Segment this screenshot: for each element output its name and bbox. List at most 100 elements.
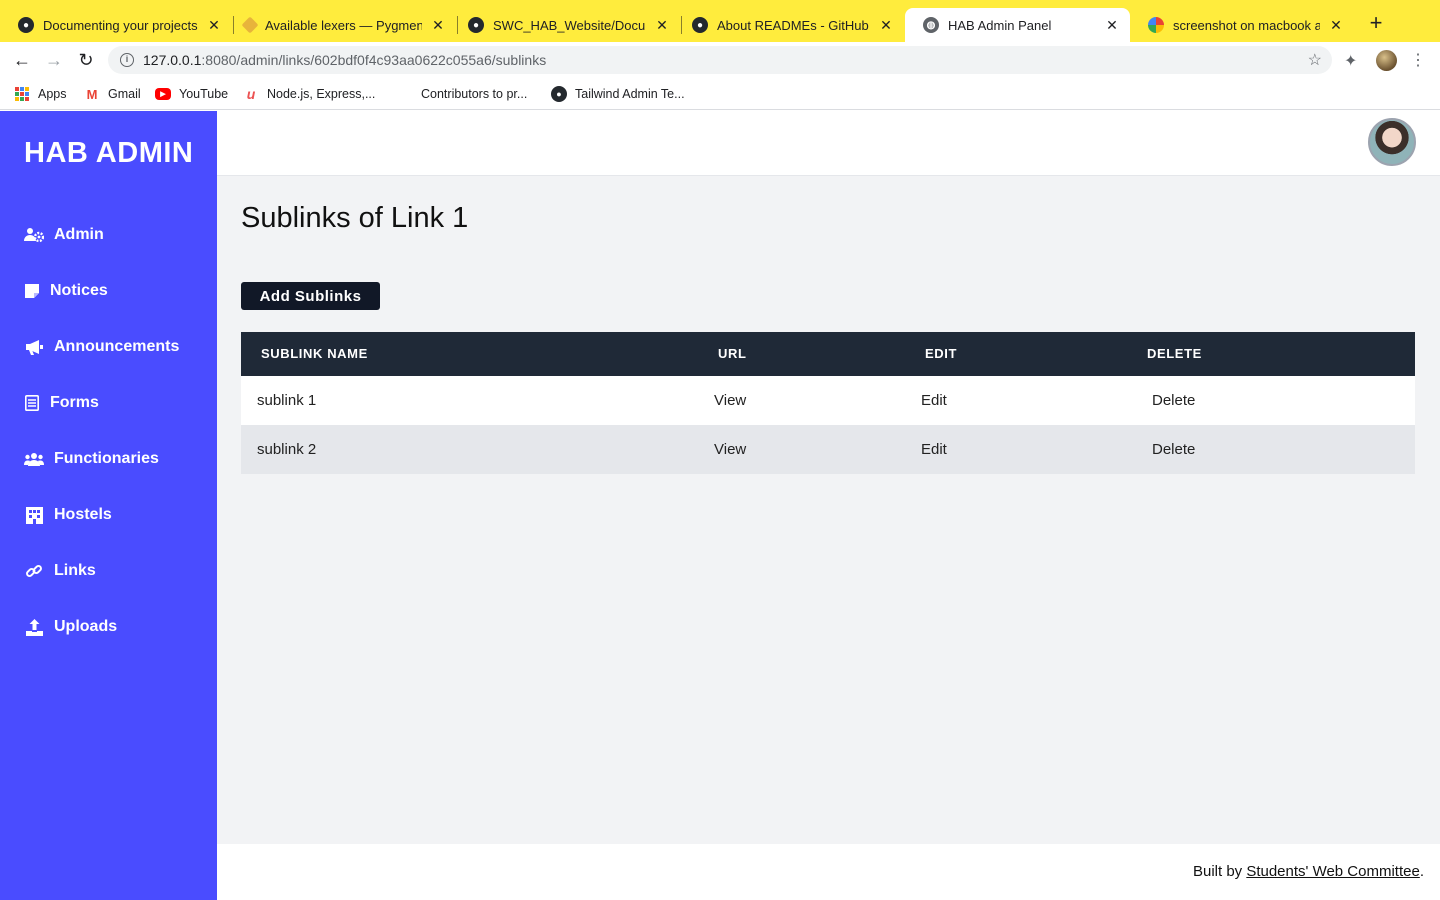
udemy-icon: u xyxy=(246,86,256,102)
brand-title[interactable]: HAB ADMIN xyxy=(24,137,193,170)
column-header-edit: EDIT xyxy=(925,346,958,361)
tab-title: About READMEs - GitHub Do xyxy=(717,17,870,33)
column-header-url: URL xyxy=(718,346,747,361)
sidebar-item-label: Admin xyxy=(54,226,104,243)
url-path: :8080/admin/links/602bdf0f4c93aa0622c055… xyxy=(201,52,547,68)
sidebar-item-label: Links xyxy=(54,562,96,579)
delete-link[interactable]: Delete xyxy=(1152,441,1195,458)
sidebar-item-label: Uploads xyxy=(54,618,118,635)
google-icon xyxy=(1148,17,1164,33)
close-icon[interactable]: ✕ xyxy=(430,17,446,34)
globe-icon: ◍ xyxy=(923,17,939,33)
close-icon[interactable]: ✕ xyxy=(878,17,894,34)
apps-grid-icon xyxy=(14,86,30,102)
browser-tab-active[interactable]: ◍ HAB Admin Panel ✕ xyxy=(905,8,1130,42)
sidebar-item-label: Functionaries xyxy=(54,450,159,467)
browser-menu-icon[interactable]: ⋮ xyxy=(1410,50,1426,70)
page-title: Sublinks of Link 1 xyxy=(241,202,469,234)
tab-title: Documenting your projects o xyxy=(43,17,198,33)
app-topbar xyxy=(217,111,1440,176)
table-row: sublink 2 View Edit Delete xyxy=(241,425,1415,474)
github-icon: ● xyxy=(468,17,484,33)
upload-icon xyxy=(24,617,44,637)
sidebar: HAB ADMIN Admin Notices Announcements Fo… xyxy=(0,111,217,900)
sidebar-item-forms[interactable]: Forms xyxy=(24,391,99,415)
sidebar-item-links[interactable]: Links xyxy=(24,559,96,583)
users-icon xyxy=(24,449,44,469)
bookmark-tailwind-admin[interactable]: ● Tailwind Admin Te... xyxy=(551,85,685,103)
bookmark-nodejs[interactable]: u Node.js, Express,... xyxy=(243,85,376,103)
back-icon[interactable]: ← xyxy=(10,48,34,72)
sidebar-item-label: Hostels xyxy=(54,506,112,523)
bookmark-label: YouTube xyxy=(179,87,229,101)
edit-link[interactable]: Edit xyxy=(921,392,947,409)
table-header: SUBLINK NAME URL EDIT DELETE xyxy=(241,332,1415,376)
sidebar-item-notices[interactable]: Notices xyxy=(24,279,108,303)
browser-tab[interactable]: ● Documenting your projects o ✕ xyxy=(0,8,232,42)
reload-icon[interactable]: ↻ xyxy=(74,48,98,72)
footer-suffix: . xyxy=(1419,863,1424,880)
address-bar[interactable]: i 127.0.0.1:8080/admin/links/602bdf0f4c9… xyxy=(108,46,1332,74)
close-icon[interactable]: ✕ xyxy=(1104,17,1120,34)
sidebar-item-label: Notices xyxy=(50,282,108,299)
view-link[interactable]: View xyxy=(714,392,746,409)
browser-tab[interactable]: screenshot on macbook air ✕ xyxy=(1130,8,1354,42)
bookmark-label: Tailwind Admin Te... xyxy=(575,87,685,101)
link-icon xyxy=(24,561,44,581)
edit-link[interactable]: Edit xyxy=(921,441,947,458)
add-sublinks-button[interactable]: Add Sublinks xyxy=(241,282,380,310)
building-icon xyxy=(24,505,44,525)
close-icon[interactable]: ✕ xyxy=(1328,17,1344,34)
youtube-icon: ▶ xyxy=(155,88,171,100)
sticky-note-icon xyxy=(24,281,40,301)
bookmark-star-icon[interactable]: ☆ xyxy=(1308,50,1322,70)
bullhorn-icon xyxy=(24,337,44,357)
column-header-delete: DELETE xyxy=(1147,346,1202,361)
bookmark-contributors[interactable]: Contributors to pr... xyxy=(421,85,527,103)
gmail-icon: M xyxy=(86,86,98,102)
browser-tab[interactable]: ● About READMEs - GitHub Do ✕ xyxy=(674,8,904,42)
github-icon: ● xyxy=(551,86,567,102)
tab-title: Available lexers — Pygments xyxy=(265,17,422,33)
site-info-icon[interactable]: i xyxy=(120,53,134,67)
browser-tab[interactable]: Available lexers — Pygments ✕ xyxy=(226,8,456,42)
sidebar-item-uploads[interactable]: Uploads xyxy=(24,615,117,639)
delete-link[interactable]: Delete xyxy=(1152,392,1195,409)
users-cog-icon xyxy=(24,225,44,245)
footer-committee-link[interactable]: Students' Web Committee xyxy=(1246,863,1420,880)
bookmark-gmail[interactable]: M Gmail xyxy=(84,85,141,103)
new-tab-button[interactable]: + xyxy=(1364,12,1388,36)
bookmark-youtube[interactable]: ▶ YouTube xyxy=(155,85,228,103)
browser-tab[interactable]: ● SWC_HAB_Website/Docume ✕ xyxy=(450,8,680,42)
extensions-puzzle-icon[interactable]: ✦ xyxy=(1344,51,1357,71)
close-icon[interactable]: ✕ xyxy=(654,17,670,34)
main-content: Sublinks of Link 1 Add Sublinks SUBLINK … xyxy=(217,176,1440,844)
footer: Built by Students' Web Committee. xyxy=(217,844,1440,900)
github-icon: ● xyxy=(18,17,34,33)
pygments-icon xyxy=(241,16,259,34)
sidebar-item-admin[interactable]: Admin xyxy=(24,223,104,247)
view-link[interactable]: View xyxy=(714,441,746,458)
table-row: sublink 1 View Edit Delete xyxy=(241,376,1415,425)
bookmark-label: Contributors to pr... xyxy=(421,87,528,101)
footer-prefix: Built by xyxy=(1192,863,1247,880)
user-avatar[interactable] xyxy=(1368,118,1416,166)
column-header-sublink-name: SUBLINK NAME xyxy=(261,346,368,361)
footer-credit: Built by Students' Web Committee. xyxy=(1193,863,1424,880)
bookmark-label: Apps xyxy=(38,87,67,101)
sublink-name: sublink 1 xyxy=(257,392,317,409)
url-host: 127.0.0.1 xyxy=(143,52,202,68)
sidebar-item-announcements[interactable]: Announcements xyxy=(24,335,179,359)
github-icon: ● xyxy=(692,17,708,33)
bookmark-apps[interactable]: Apps xyxy=(14,85,67,103)
sidebar-item-functionaries[interactable]: Functionaries xyxy=(24,447,159,471)
close-icon[interactable]: ✕ xyxy=(206,17,222,34)
forward-icon[interactable]: → xyxy=(42,48,66,72)
browser-toolbar: ← → ↻ i 127.0.0.1:8080/admin/links/602bd… xyxy=(0,42,1440,78)
form-icon xyxy=(24,393,40,413)
tab-title: HAB Admin Panel xyxy=(948,17,1052,33)
sidebar-item-hostels[interactable]: Hostels xyxy=(24,503,112,527)
bookmark-label: Node.js, Express,... xyxy=(267,87,376,101)
browser-profile-avatar[interactable] xyxy=(1376,50,1397,71)
tab-title: SWC_HAB_Website/Docume xyxy=(493,17,646,33)
